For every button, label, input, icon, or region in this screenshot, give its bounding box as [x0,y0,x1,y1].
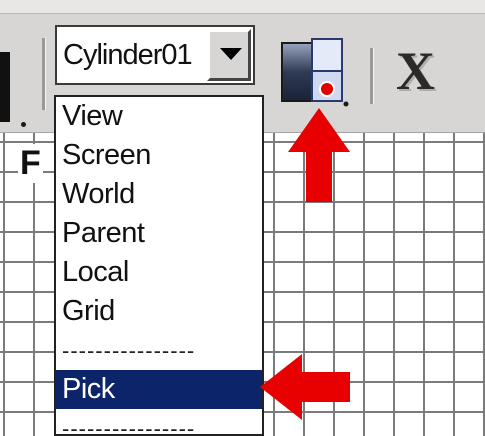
menu-option-parent[interactable]: Parent [56,214,262,253]
toolbar-separator [370,48,374,104]
viewport-label[interactable]: F [18,144,43,183]
menu-option-world[interactable]: World [56,175,262,214]
coordinate-system-menu[interactable]: View Screen World Parent Local Grid ----… [54,95,264,436]
toolbar-top-edge [0,0,485,14]
red-arrow-up-icon [288,108,350,202]
menu-option-grid[interactable]: Grid [56,292,262,331]
dropdown-arrow-button[interactable] [207,29,251,81]
toolbar-separator [42,38,46,110]
menu-separator: ---------------- [62,416,196,436]
red-arrow-left-icon [260,354,350,420]
reference-coordinate-system-dropdown[interactable]: Cylinder01 [55,25,255,85]
menu-separator: ---------------- [62,338,196,363]
reference-coordinate-value: Cylinder01 [63,39,193,71]
chevron-down-icon [220,48,242,60]
toolbar-left-edge [0,52,10,122]
menu-option-view[interactable]: View [56,97,262,136]
menu-option-screen[interactable]: Screen [56,136,262,175]
select-and-manipulate-icon[interactable]: X [396,40,435,102]
flyout-corner-indicator [21,122,26,127]
menu-option-local[interactable]: Local [56,253,262,292]
use-pivot-point-center-icon[interactable] [280,37,350,107]
menu-option-pick[interactable]: Pick [56,370,262,409]
